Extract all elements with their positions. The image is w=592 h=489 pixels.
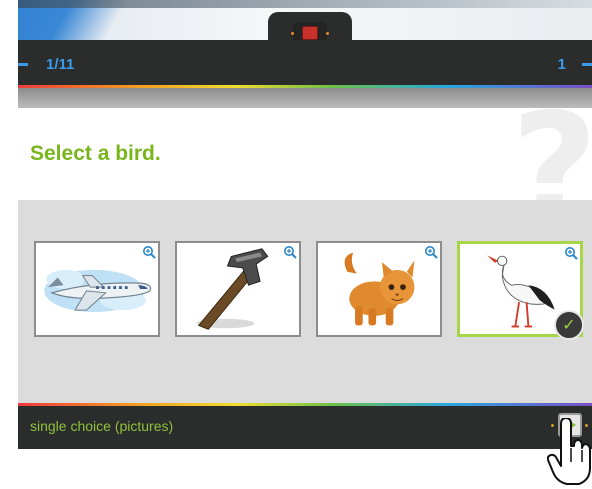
- airplane-picture: [44, 269, 152, 312]
- top-line: [18, 0, 592, 8]
- hand-cursor-icon: [547, 418, 591, 485]
- zoom-in-icon[interactable]: [564, 246, 578, 260]
- page-indicator: 1/11: [46, 56, 75, 73]
- indicator-dot: [326, 32, 329, 35]
- question-type-label: single choice (pictures): [30, 418, 174, 434]
- left-marker: [18, 63, 28, 66]
- question-prompt: Select a bird.: [30, 142, 161, 165]
- zoom-in-icon[interactable]: [424, 245, 438, 259]
- zoom-in-icon[interactable]: [283, 245, 297, 259]
- choice-hammer[interactable]: [175, 241, 301, 337]
- right-marker: [582, 63, 592, 66]
- choice-kitten[interactable]: [316, 241, 442, 337]
- question-content: ? Select a bird. ✓: [18, 94, 592, 403]
- zoom-in-icon[interactable]: [142, 245, 156, 259]
- choice-stork[interactable]: ✓: [457, 241, 584, 340]
- quiz-player: 1/11 1 ? Select a bird. ✓ single choice …: [18, 0, 592, 449]
- score-counter: 1: [557, 56, 566, 73]
- indicator-dot: [291, 32, 294, 35]
- footer-bar: single choice (pictures): [18, 406, 592, 449]
- choice-airplane[interactable]: [34, 241, 160, 337]
- header-bar: 1/11 1: [18, 40, 592, 85]
- hammer-picture: [196, 248, 269, 330]
- kitten-picture: [344, 252, 415, 326]
- gray-band: [18, 88, 592, 108]
- checkmark-icon: ✓: [554, 310, 584, 340]
- record-stop-icon: [302, 26, 318, 40]
